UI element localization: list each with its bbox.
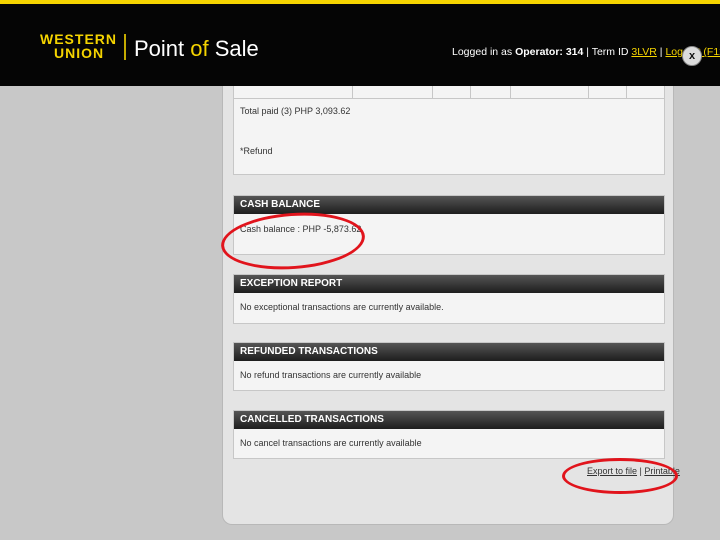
close-button[interactable]: x (682, 46, 702, 66)
logged-in-prefix: Logged in as (452, 46, 516, 58)
exception-report-text: No exceptional transactions are currentl… (240, 302, 444, 312)
cancelled-transactions-card: CANCELLED TRANSACTIONS No cancel transac… (233, 410, 665, 459)
app-title: Point of Sale (134, 36, 259, 62)
app-title-part: Point (134, 36, 191, 61)
app-title-accent: of (190, 36, 209, 61)
logo-divider (124, 34, 126, 60)
user-status-bar: Logged in as Operator: 314 | Term ID 3LV… (452, 46, 720, 58)
refunded-transactions-card: REFUNDED TRANSACTIONS No refund transact… (233, 342, 665, 391)
exception-report-title: EXCEPTION REPORT (234, 275, 664, 293)
cancelled-transactions-title: CANCELLED TRANSACTIONS (234, 411, 664, 429)
column-divider (588, 86, 589, 98)
column-divider (432, 86, 433, 98)
column-divider (352, 86, 353, 98)
app-header: WESTERN UNION Point of Sale Logged in as… (0, 4, 720, 86)
app-title-part: Sale (208, 36, 259, 61)
highlight-circle-export-links (562, 458, 678, 494)
term-id-link[interactable]: 3LVR (631, 46, 657, 58)
western-union-logo: WESTERN UNION (40, 32, 122, 60)
cash-balance-title: CASH BALANCE (234, 196, 664, 214)
logo-line-1: WESTERN (40, 31, 117, 47)
term-id-prefix: | Term ID (583, 46, 632, 58)
operator-label: Operator: 314 (515, 46, 584, 58)
column-divider (510, 86, 511, 98)
exception-report-card: EXCEPTION REPORT No exceptional transact… (233, 274, 665, 324)
total-paid: Total paid (3) PHP 3,093.62 (240, 106, 351, 116)
logo-line-2: UNION (54, 45, 105, 61)
refund-note: *Refund (240, 146, 273, 156)
totals-card: Total paid (3) PHP 3,093.62 *Refund (233, 86, 665, 175)
refunded-transactions-title: REFUNDED TRANSACTIONS (234, 343, 664, 361)
cancelled-transactions-text: No cancel transactions are currently ava… (240, 438, 422, 448)
column-divider (470, 86, 471, 98)
table-footer-columns (234, 86, 664, 99)
close-icon: x (688, 50, 696, 62)
refunded-transactions-text: No refund transactions are currently ava… (240, 370, 422, 380)
column-divider (626, 86, 627, 98)
